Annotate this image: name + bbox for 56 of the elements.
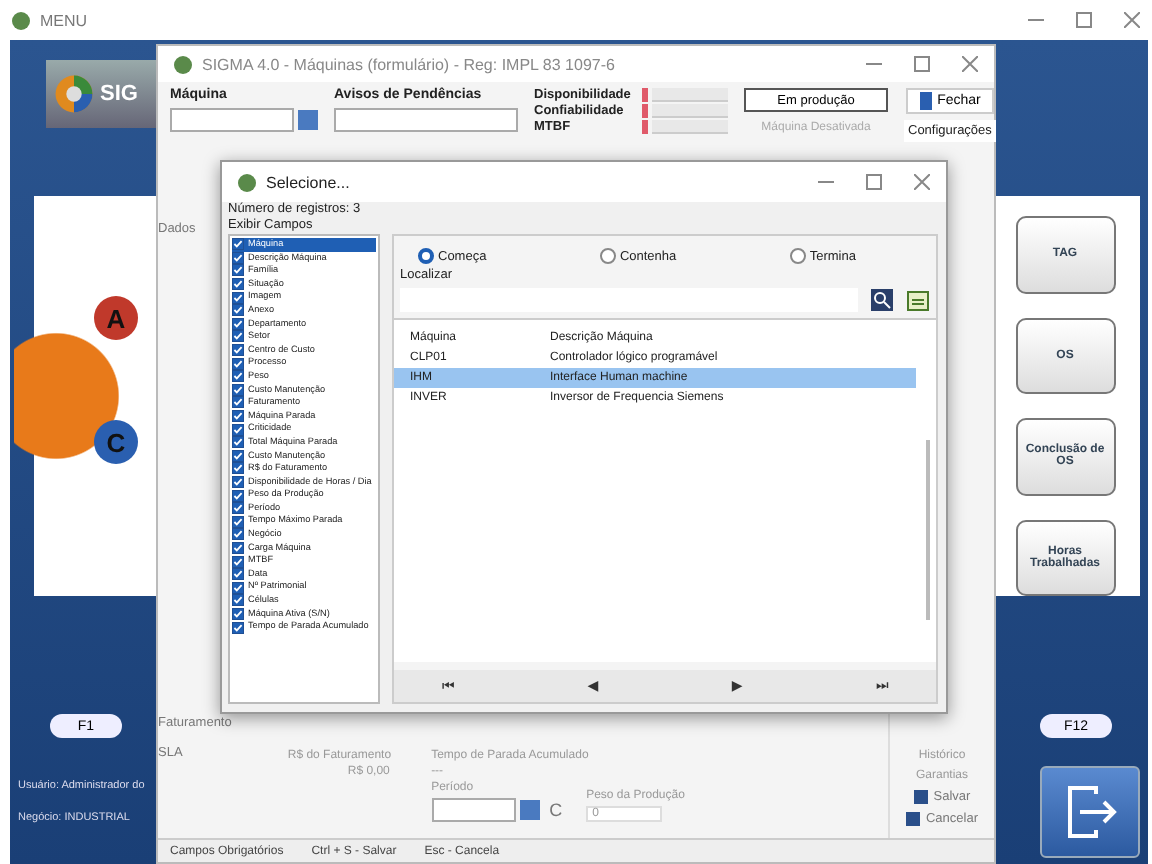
radio-button[interactable]	[418, 248, 434, 264]
maximize-icon[interactable]	[914, 56, 930, 72]
calendar-button[interactable]	[519, 800, 540, 820]
checkbox[interactable]	[232, 410, 244, 423]
checkbox[interactable]	[232, 357, 244, 370]
close-icon[interactable]	[914, 174, 930, 190]
checkbox[interactable]	[232, 291, 244, 304]
exit-button[interactable]	[1040, 766, 1140, 858]
checkbox[interactable]	[232, 449, 244, 462]
checkbox[interactable]	[232, 317, 244, 330]
checkbox[interactable]	[232, 251, 244, 264]
checkbox[interactable]	[232, 264, 244, 277]
checkbox[interactable]	[232, 436, 244, 449]
checkbox[interactable]	[232, 344, 244, 357]
machine-field[interactable]	[170, 108, 294, 132]
checkbox[interactable]	[232, 568, 244, 581]
close-icon[interactable]	[962, 56, 978, 72]
checkbox[interactable]	[232, 383, 244, 396]
checkbox[interactable]	[232, 581, 244, 594]
checkbox[interactable]	[232, 502, 244, 515]
close-icon[interactable]	[1124, 12, 1140, 28]
checkbox[interactable]	[232, 515, 244, 528]
checkbox[interactable]	[232, 594, 244, 607]
app-icon	[238, 173, 256, 191]
checkbox[interactable]	[232, 489, 244, 502]
radio-button[interactable]	[789, 248, 806, 264]
checkbox[interactable]	[232, 621, 244, 634]
checkbox[interactable]	[232, 370, 244, 383]
dialog-title: Selecione...	[266, 173, 350, 191]
window-title: SIGMA 4.0 - Máquinas (formulário) - Reg: IMPL 83 1097-6	[202, 55, 615, 73]
search-icon[interactable]	[870, 288, 894, 312]
checkbox[interactable]	[232, 238, 244, 251]
checkbox[interactable]	[232, 396, 244, 409]
checkbox[interactable]	[232, 278, 244, 291]
app-icon	[174, 55, 192, 73]
radio-button[interactable]	[599, 248, 616, 264]
period-field[interactable]	[431, 798, 516, 822]
scrollbar[interactable]	[926, 440, 930, 620]
checkbox[interactable]	[232, 475, 244, 488]
logo-icon	[54, 74, 94, 114]
checkbox[interactable]	[232, 555, 244, 568]
checkbox[interactable]	[232, 541, 244, 554]
checkbox[interactable]	[232, 423, 244, 436]
window-title: MENU	[40, 11, 88, 29]
logo-text: SIG	[100, 82, 138, 106]
clear-icon[interactable]	[906, 288, 930, 312]
checkbox[interactable]	[232, 330, 244, 343]
checkbox[interactable]	[232, 528, 244, 541]
maximize-icon[interactable]	[866, 174, 882, 190]
maximize-icon[interactable]	[1076, 12, 1092, 28]
checkbox[interactable]	[232, 462, 244, 475]
checkbox[interactable]	[232, 304, 244, 317]
checkbox[interactable]	[232, 607, 244, 620]
app-icon	[12, 11, 30, 29]
alerts-field[interactable]	[334, 108, 518, 132]
clear-button[interactable]: C	[549, 800, 563, 820]
